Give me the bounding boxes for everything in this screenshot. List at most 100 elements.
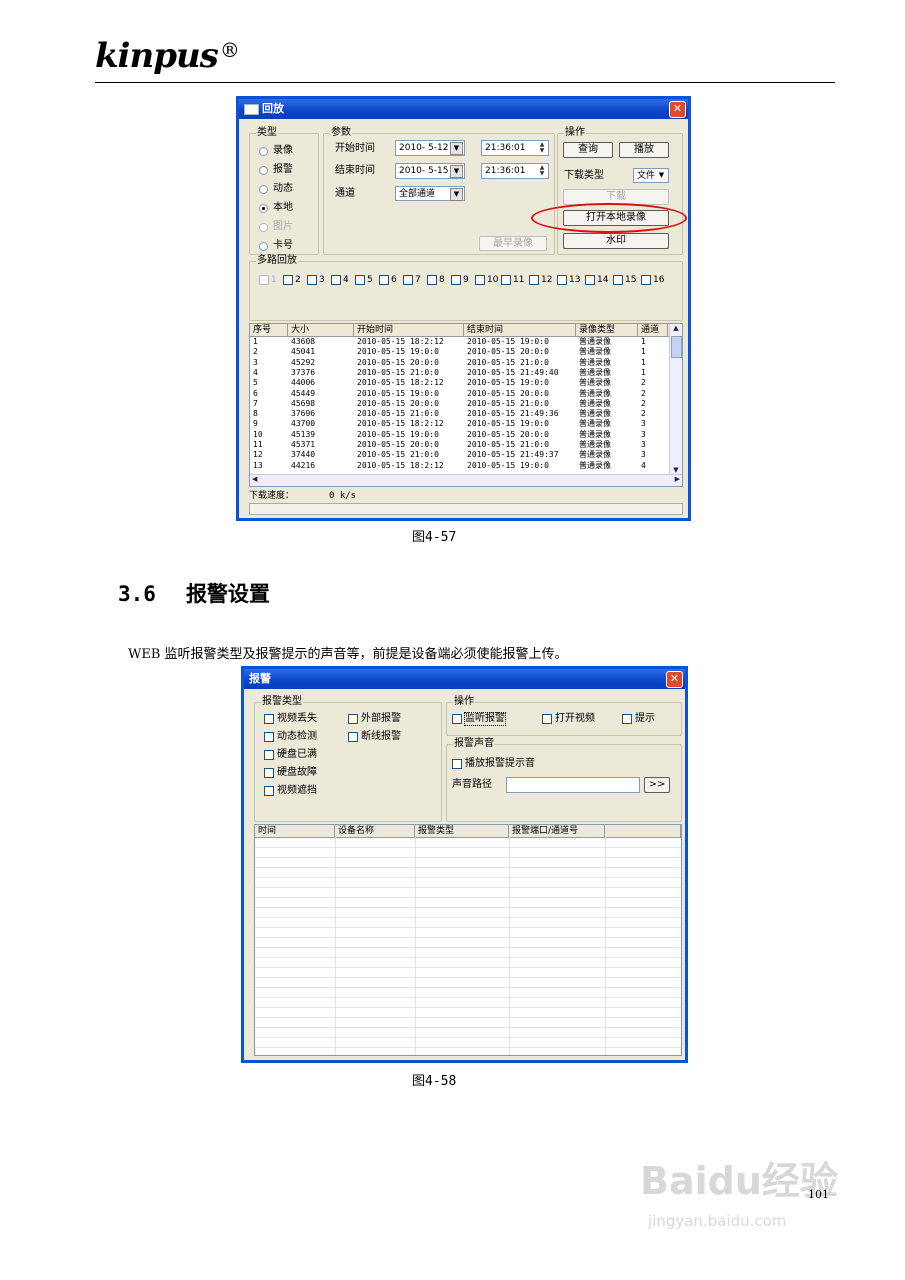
table-row[interactable]: 10 45139 2010-05-15 19:0:0 2010-05-15 20:0:… <box>250 430 670 440</box>
horizontal-scrollbar[interactable]: ◀ ▶ <box>250 474 682 486</box>
spinner-icon[interactable]: ▲ ▼ <box>537 142 547 154</box>
alarm-type-label: 硬盘故障 <box>277 767 317 778</box>
chevron-down-icon[interactable]: ▼ <box>450 165 463 178</box>
multi-channel-checkbox-11[interactable] <box>501 275 511 285</box>
alarm-type-checkbox[interactable] <box>264 732 274 742</box>
multi-channel-label-16: 16 <box>653 275 665 285</box>
table-row[interactable]: 8 37696 2010-05-15 21:0:0 2010-05-15 21:49:… <box>250 409 670 419</box>
scroll-right-icon[interactable]: ▶ <box>675 475 680 483</box>
table-row[interactable]: 11 45371 2010-05-15 20:0:0 2010-05-15 21:0:… <box>250 440 670 450</box>
table-cell: 2 <box>641 378 646 388</box>
table-row[interactable]: 3 45292 2010-05-15 20:0:0 2010-05-15 21:0:0… <box>250 358 670 368</box>
earliest-record-button[interactable]: 最早录像 <box>479 236 547 251</box>
scroll-thumb[interactable] <box>671 336 682 358</box>
table-cell: 9 <box>253 419 258 429</box>
type-radio-2[interactable] <box>259 166 268 175</box>
alarm-type-label: 动态检测 <box>277 731 317 742</box>
table-cell: 8 <box>253 409 258 419</box>
end-time-field[interactable]: 21:36:01 ▲ ▼ <box>481 163 549 179</box>
end-time-label: 结束时间 <box>335 165 375 176</box>
scroll-down-icon[interactable]: ▼ <box>670 466 682 474</box>
alarm-op-checkbox[interactable] <box>622 714 632 724</box>
multi-channel-checkbox-4[interactable] <box>331 275 341 285</box>
table-grid-line <box>255 867 681 868</box>
section-paragraph: WEB 监听报警类型及报警提示的声音等，前提是设备端必须使能报警上传。 <box>128 647 568 662</box>
alarm-column-header: 时间 <box>255 825 335 837</box>
multi-channel-checkbox-9[interactable] <box>451 275 461 285</box>
table-cell: 2010-05-15 18:2:12 <box>357 378 444 388</box>
table-cell: 2010-05-15 19:0:0 <box>357 388 439 398</box>
type-radio-5[interactable] <box>259 223 268 232</box>
alarm-op-checkbox[interactable] <box>452 714 462 724</box>
scroll-left-icon[interactable]: ◀ <box>252 475 257 483</box>
spinner-icon[interactable]: ▲ ▼ <box>537 165 547 177</box>
brand-logo: kinpus ® <box>95 36 240 76</box>
table-row[interactable]: 1 43608 2010-05-15 18:2:12 2010-05-15 19:0:… <box>250 337 670 347</box>
table-row[interactable]: 4 37376 2010-05-15 21:0:0 2010-05-15 21:49:… <box>250 368 670 378</box>
table-grid-line <box>255 857 681 858</box>
table-cell: 45371 <box>291 440 316 449</box>
alarm-type-checkbox[interactable] <box>264 768 274 778</box>
close-icon[interactable]: ✕ <box>669 101 686 118</box>
table-row[interactable]: 13 44216 2010-05-15 18:2:12 2010-05-15 19:0… <box>250 461 670 471</box>
channel-select[interactable]: 全部通道 ▼ <box>395 186 465 201</box>
table-row[interactable]: 5 44006 2010-05-15 18:2:12 2010-05-15 19:0:… <box>250 378 670 388</box>
alarm-type-checkbox[interactable] <box>264 750 274 760</box>
multi-channel-checkbox-5[interactable] <box>355 275 365 285</box>
table-cell: 2010-05-15 19:0:0 <box>357 429 439 439</box>
chevron-down-icon[interactable]: ▼ <box>450 188 463 201</box>
table-row[interactable]: 2 45041 2010-05-15 19:0:0 2010-05-15 20:0:0… <box>250 347 670 357</box>
alarm-table[interactable]: 时间 设备名称 报警类型 报警端口/通道号 <box>254 824 682 1056</box>
multi-channel-checkbox-1[interactable] <box>259 275 269 285</box>
start-time-field[interactable]: 21:36:01 ▲ ▼ <box>481 140 549 156</box>
play-sound-checkbox[interactable] <box>452 759 462 769</box>
multi-channel-checkbox-13[interactable] <box>557 275 567 285</box>
record-table[interactable]: 序号 大小 开始时间 结束时间 录像类型 通道 ▲ ▼ ◀ ▶ 1 43608 2010-05… <box>249 323 683 487</box>
table-cell: 普通录像 <box>579 460 611 470</box>
multi-channel-checkbox-14[interactable] <box>585 275 595 285</box>
play-button[interactable]: 播放 <box>619 142 669 158</box>
multi-channel-checkbox-10[interactable] <box>475 275 485 285</box>
alarm-type-checkbox[interactable] <box>348 732 358 742</box>
table-grid-line <box>255 847 681 848</box>
multi-channel-checkbox-3[interactable] <box>307 275 317 285</box>
alarm-type-checkbox[interactable] <box>264 714 274 724</box>
table-row[interactable]: 9 43700 2010-05-15 18:2:12 2010-05-15 19:0:… <box>250 419 670 429</box>
type-radio-4[interactable] <box>259 204 268 213</box>
chevron-down-icon[interactable]: ▼ <box>450 142 463 155</box>
alarm-op-checkbox[interactable] <box>542 714 552 724</box>
multi-channel-checkbox-16[interactable] <box>641 275 651 285</box>
table-grid-line <box>255 937 681 938</box>
browse-button[interactable]: >> <box>644 777 670 793</box>
alarm-type-checkbox[interactable] <box>264 786 274 796</box>
type-radio-1[interactable] <box>259 147 268 156</box>
table-cell: 43608 <box>291 337 316 346</box>
end-date-field[interactable]: 2010- 5-15 ▼ <box>395 163 465 179</box>
table-row[interactable]: 6 45449 2010-05-15 19:0:0 2010-05-15 20:0:0… <box>250 389 670 399</box>
type-radio-3[interactable] <box>259 185 268 194</box>
multi-channel-label-12: 12 <box>541 275 553 285</box>
chevron-down-icon[interactable]: ▼ <box>656 170 667 181</box>
download-type-select[interactable]: 文件 ▼ <box>633 168 669 183</box>
scrollbar[interactable]: ▲ ▼ <box>669 324 682 474</box>
type-label-6: 卡号 <box>273 240 293 251</box>
multi-channel-checkbox-7[interactable] <box>403 275 413 285</box>
table-row[interactable]: 12 37440 2010-05-15 21:0:0 2010-05-15 21:49… <box>250 450 670 460</box>
multi-channel-checkbox-2[interactable] <box>283 275 293 285</box>
table-cell: 3 <box>641 429 646 439</box>
alarm-type-checkbox[interactable] <box>348 714 358 724</box>
table-cell: 2 <box>641 388 646 398</box>
multi-channel-checkbox-15[interactable] <box>613 275 623 285</box>
start-date-field[interactable]: 2010- 5-12 ▼ <box>395 140 465 156</box>
table-row[interactable]: 7 45698 2010-05-15 20:0:0 2010-05-15 21:0:0… <box>250 399 670 409</box>
multi-channel-checkbox-12[interactable] <box>529 275 539 285</box>
close-icon[interactable]: ✕ <box>666 671 683 688</box>
scroll-up-icon[interactable]: ▲ <box>670 324 682 332</box>
sound-path-input[interactable] <box>506 777 640 793</box>
query-button[interactable]: 查询 <box>563 142 613 158</box>
watermark-button[interactable]: 水印 <box>563 233 669 249</box>
multi-channel-checkbox-6[interactable] <box>379 275 389 285</box>
table-cell: 1 <box>641 337 646 346</box>
multi-channel-checkbox-8[interactable] <box>427 275 437 285</box>
type-radio-6[interactable] <box>259 242 268 251</box>
